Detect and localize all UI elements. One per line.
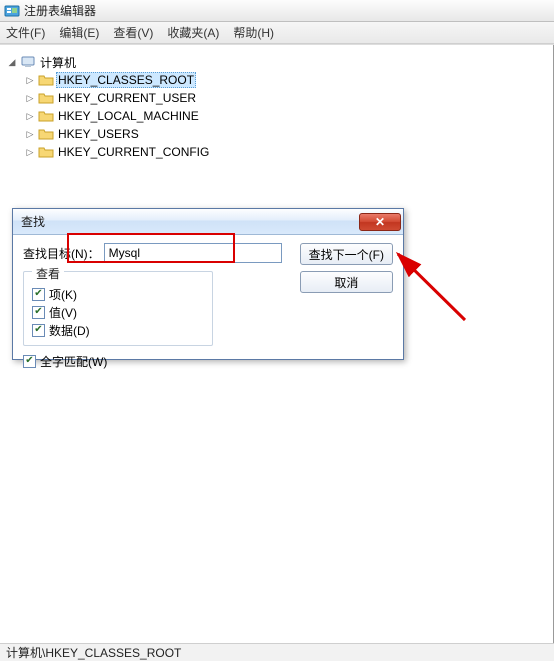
checkbox-keys[interactable]: ✔ bbox=[32, 288, 45, 301]
find-label: 查找目标(N)： bbox=[23, 245, 100, 262]
registry-editor-window: 注册表编辑器 文件(F) 编辑(E) 查看(V) 收藏夹(A) 帮助(H) ◢ … bbox=[0, 0, 554, 661]
folder-icon bbox=[38, 144, 54, 160]
close-button[interactable]: ✕ bbox=[359, 213, 401, 231]
folder-icon bbox=[38, 108, 54, 124]
look-at-group: 查看 ✔ 项(K) ✔ 值(V) ✔ 数据(D) bbox=[23, 271, 213, 346]
folder-icon bbox=[38, 90, 54, 106]
expand-icon[interactable]: ▷ bbox=[24, 128, 36, 140]
tree-item-row[interactable]: ▷ HKEY_CURRENT_USER bbox=[6, 89, 548, 107]
look-at-legend: 查看 bbox=[32, 265, 64, 282]
checkbox-whole[interactable]: ✔ bbox=[23, 355, 36, 368]
checkbox-data-label: 数据(D) bbox=[49, 322, 90, 339]
tree-item-row[interactable]: ▷ HKEY_CLASSES_ROOT bbox=[6, 71, 548, 89]
expand-icon[interactable]: ▷ bbox=[24, 74, 36, 86]
menu-favorites[interactable]: 收藏夹(A) bbox=[167, 24, 219, 41]
checkbox-values[interactable]: ✔ bbox=[32, 306, 45, 319]
checkbox-values-label: 值(V) bbox=[49, 304, 77, 321]
checkbox-data[interactable]: ✔ bbox=[32, 324, 45, 337]
tree-root-row[interactable]: ◢ 计算机 bbox=[6, 53, 548, 71]
tree-item-label[interactable]: HKEY_USERS bbox=[56, 126, 141, 142]
folder-icon bbox=[38, 126, 54, 142]
checkbox-keys-label: 项(K) bbox=[49, 286, 77, 303]
menu-view[interactable]: 查看(V) bbox=[113, 24, 153, 41]
titlebar[interactable]: 注册表编辑器 bbox=[0, 0, 554, 22]
checkbox-whole-label: 全字匹配(W) bbox=[40, 353, 107, 370]
tree-item-label[interactable]: HKEY_CURRENT_CONFIG bbox=[56, 144, 211, 160]
regedit-icon bbox=[4, 3, 20, 19]
statusbar: 计算机\HKEY_CLASSES_ROOT bbox=[0, 643, 554, 661]
menubar: 文件(F) 编辑(E) 查看(V) 收藏夹(A) 帮助(H) bbox=[0, 22, 554, 44]
find-input[interactable] bbox=[104, 243, 282, 263]
menu-edit[interactable]: 编辑(E) bbox=[59, 24, 99, 41]
close-icon: ✕ bbox=[375, 215, 385, 229]
cancel-button[interactable]: 取消 bbox=[300, 271, 393, 293]
find-dialog[interactable]: 查找 ✕ 查找目标(N)： 查看 ✔ 项(K) ✔ 值(V) bbox=[12, 208, 404, 360]
window-title: 注册表编辑器 bbox=[24, 2, 96, 19]
collapse-icon[interactable]: ◢ bbox=[6, 56, 18, 68]
status-path: 计算机\HKEY_CLASSES_ROOT bbox=[6, 644, 181, 661]
tree-item-row[interactable]: ▷ HKEY_LOCAL_MACHINE bbox=[6, 107, 548, 125]
checkbox-values-row[interactable]: ✔ 值(V) bbox=[32, 303, 204, 321]
expand-icon[interactable]: ▷ bbox=[24, 92, 36, 104]
folder-icon bbox=[38, 72, 54, 88]
registry-tree[interactable]: ◢ 计算机 ▷ HKEY_CLASSES_ROOT bbox=[0, 45, 554, 169]
tree-item-row[interactable]: ▷ HKEY_CURRENT_CONFIG bbox=[6, 143, 548, 161]
tree-item-label[interactable]: HKEY_CURRENT_USER bbox=[56, 90, 198, 106]
tree-item-row[interactable]: ▷ HKEY_USERS bbox=[6, 125, 548, 143]
find-next-button[interactable]: 查找下一个(F) bbox=[300, 243, 393, 265]
menu-file[interactable]: 文件(F) bbox=[6, 24, 45, 41]
tree-item-label[interactable]: HKEY_CLASSES_ROOT bbox=[56, 72, 196, 88]
computer-icon bbox=[20, 54, 36, 70]
expand-icon[interactable]: ▷ bbox=[24, 146, 36, 158]
tree-root-label[interactable]: 计算机 bbox=[38, 53, 78, 72]
expand-icon[interactable]: ▷ bbox=[24, 110, 36, 122]
dialog-title: 查找 bbox=[21, 213, 45, 230]
dialog-body: 查找目标(N)： 查看 ✔ 项(K) ✔ 值(V) ✔ 数据(D bbox=[13, 235, 403, 359]
menu-help[interactable]: 帮助(H) bbox=[233, 24, 274, 41]
checkbox-data-row[interactable]: ✔ 数据(D) bbox=[32, 321, 204, 339]
dialog-titlebar[interactable]: 查找 ✕ bbox=[13, 209, 403, 235]
tree-item-label[interactable]: HKEY_LOCAL_MACHINE bbox=[56, 108, 201, 124]
checkbox-whole-row[interactable]: ✔ 全字匹配(W) bbox=[23, 352, 393, 370]
dialog-buttons: 查找下一个(F) 取消 bbox=[300, 243, 393, 293]
checkbox-keys-row[interactable]: ✔ 项(K) bbox=[32, 285, 204, 303]
